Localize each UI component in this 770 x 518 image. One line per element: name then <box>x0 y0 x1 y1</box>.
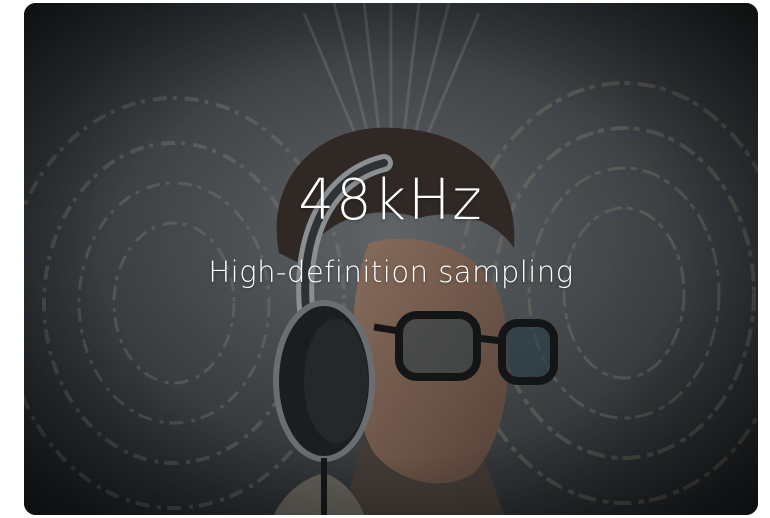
feature-description: High-definition sampling <box>208 255 574 289</box>
feature-card: 48kHz High-definition sampling <box>24 3 758 515</box>
sample-rate-headline: 48kHz <box>298 168 484 233</box>
feature-caption: 48kHz High-definition sampling <box>24 168 758 292</box>
